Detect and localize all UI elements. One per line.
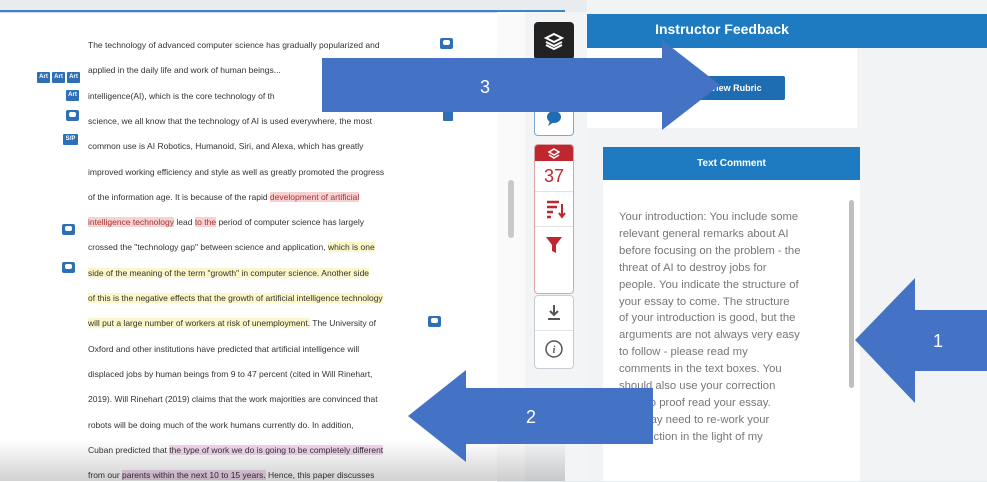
arrow-3-label: 3 [480,77,490,97]
layers-icon [547,148,561,159]
line-text-segment: which is one [327,242,375,253]
comment-icon[interactable] [428,316,441,327]
annotation-arrow-1: 1 [855,278,987,403]
grading-group: 37 [534,144,574,294]
comment-icon[interactable] [66,110,79,121]
line-text-segment: of the information age. It is because of… [88,191,270,202]
line-text-segment: crossed the "technology gap" between sci… [88,242,328,253]
tag-art-1[interactable]: Art [37,72,50,83]
comment-icon[interactable] [62,262,75,273]
document-line[interactable]: common use is AI Robotics, Humanoid, Sir… [88,137,363,155]
text-comment-content: Your introduction: You include some rele… [619,211,801,443]
document-line[interactable]: displaced jobs by human beings from 9 to… [88,365,372,383]
document-line[interactable]: intelligence(AI), which is the core tech… [88,87,275,105]
line-text-segment: intelligence(AI), which is the core tech… [88,90,275,101]
line-text-segment: will put a large number of workers at ri… [88,318,311,329]
filter-icon [546,237,562,253]
line-text-segment: robots will be doing much of the work hu… [88,419,354,430]
line-text-segment: intelligence technology [88,217,175,228]
download-button[interactable] [535,296,573,330]
line-text-segment: Oxford and other institutions have predi… [88,343,360,354]
document-line[interactable]: 2019). Will Rinehart (2019) claims that … [88,390,378,408]
line-text-segment: displaced jobs by human beings from 9 to… [88,368,373,379]
line-text-segment: The University of [310,318,377,329]
tag-sp[interactable]: S/P [63,134,78,145]
download-icon [548,305,560,320]
document-line[interactable]: of the information age. It is because of… [88,188,360,206]
tag-art-2[interactable]: Art [52,72,65,83]
comment-icon[interactable] [62,224,75,235]
line-text-segment: improved working efficiency and style as… [88,166,385,177]
line-text-segment: lead [174,217,195,228]
tag-art-3[interactable]: Art [67,72,80,83]
document-line[interactable]: robots will be doing much of the work hu… [88,416,354,434]
feedback-header-extension [857,14,987,48]
tag-art-4[interactable]: Art [66,90,79,101]
arrow-1-label: 1 [933,331,943,351]
svg-text:i: i [553,345,556,356]
document-line[interactable]: intelligence technology lead to the peri… [88,213,364,231]
document-line[interactable]: Oxford and other institutions have predi… [88,340,359,358]
annotation-arrow-3: 3 [322,40,720,130]
annotation-arrow-2: 2 [408,370,653,462]
sort-icon [547,200,566,219]
text-comment-scrollbar[interactable] [849,200,854,388]
text-comment-header: Text Comment [603,147,860,180]
line-text-segment: development of artificial [269,191,360,202]
line-text-segment: period of computer science has largely [216,217,364,228]
line-text-segment: 2019). Will Rinehart (2019) claims that … [88,394,378,405]
document-line[interactable]: of this is the negative effects that the… [88,289,383,307]
document-line[interactable]: side of the meaning of the term "growth"… [88,264,370,282]
document-line[interactable]: will put a large number of workers at ri… [88,314,376,332]
line-text-segment: common use is AI Robotics, Humanoid, Sir… [88,141,364,152]
score-display[interactable]: 37 [535,161,573,191]
line-text-segment: to the [194,217,217,228]
document-line[interactable]: applied in the daily life and work of hu… [88,61,281,79]
line-text-segment: applied in the daily life and work of hu… [88,65,281,76]
info-button[interactable]: i [535,330,573,367]
sort-button[interactable] [535,191,573,226]
line-text-segment: side of the meaning of the term "growth"… [88,267,370,278]
filter-button[interactable] [535,226,573,261]
grade-header [535,145,573,161]
document-scrollbar[interactable] [508,180,514,238]
arrow-2-label: 2 [526,407,536,427]
tools-group: i [534,295,574,369]
line-text-segment: of this is the negative effects that the… [88,293,383,303]
document-line[interactable]: improved working efficiency and style as… [88,163,384,181]
document-line[interactable]: crossed the "technology gap" between sci… [88,238,375,256]
info-icon: i [545,340,563,358]
